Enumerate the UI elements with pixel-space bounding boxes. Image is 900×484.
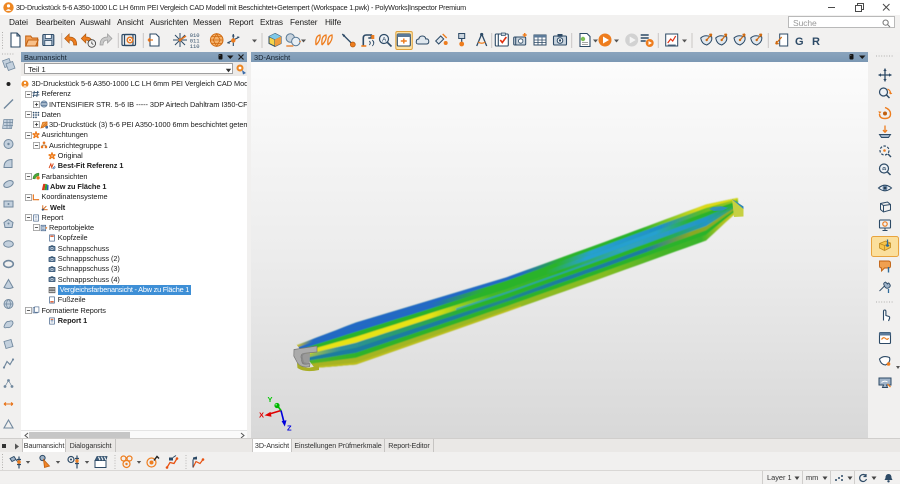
- svg-text:110: 110: [190, 43, 200, 50]
- svg-text:R: R: [812, 36, 820, 48]
- svg-text:A: A: [382, 37, 387, 44]
- svg-text:Y: Y: [268, 395, 273, 404]
- svg-text:G: G: [795, 36, 804, 48]
- svg-text:Z: Z: [287, 423, 292, 432]
- svg-text:X: X: [259, 410, 264, 419]
